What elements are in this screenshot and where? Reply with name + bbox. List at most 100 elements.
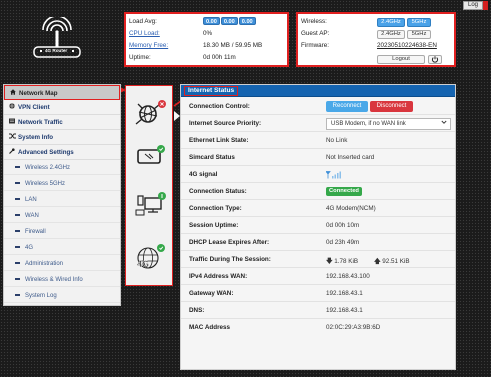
arrow-down-icon: 🡇: [326, 258, 333, 265]
row-source-priority: Internet Source Priority: USB Modem, if …: [181, 115, 455, 132]
sidebar-sub-label: WAN: [25, 213, 39, 219]
uptime-value: 0d 00h 11m: [203, 54, 236, 61]
reconnect-button[interactable]: Reconnect: [326, 101, 368, 112]
row-connection-status: Connection Status: Connected: [181, 183, 455, 200]
sidebar-sub-lan[interactable]: LAN: [4, 193, 120, 207]
clients-tile[interactable]: [126, 182, 172, 232]
uptime-label: Uptime:: [129, 54, 151, 61]
clients-devices-icon: [135, 192, 166, 216]
memory-free-link[interactable]: Memory Free:: [129, 41, 168, 51]
sidebar-item-network-traffic[interactable]: Network Traffic: [4, 115, 120, 130]
connection-status-label: Connection Status:: [189, 188, 247, 195]
guest-5ghz-button[interactable]: 5GHz: [407, 30, 431, 39]
wireless-24ghz-button[interactable]: 2.4GHz: [377, 18, 405, 27]
load-avg-label: Load Avg:: [129, 18, 157, 25]
load-avg-values: 0.00 0.00 0.00: [203, 17, 257, 27]
mac-address-label: MAC Address: [189, 324, 231, 331]
sidebar-sub-wireless-24ghz[interactable]: Wireless 2.4GHz: [4, 161, 120, 175]
row-connection-type: Connection Type: 4G Modem(NCM): [181, 200, 455, 217]
load-avg-15: 0.00: [238, 17, 256, 25]
row-mac-address: MAC Address 02:0C:29:A3:9B:6D: [181, 319, 455, 336]
cpu-load-link[interactable]: CPU Load:: [129, 29, 160, 39]
sidebar-item-label: Network Map: [19, 90, 58, 97]
connection-status-badge: Connected: [326, 187, 362, 196]
sidebar-item-advanced-settings[interactable]: Advanced Settings: [4, 145, 120, 160]
connection-control-label: Connection Control:: [189, 103, 250, 110]
row-dns: DNS: 192.168.43.1: [181, 302, 455, 319]
row-dhcp-lease: DHCP Lease Expires After: 0d 23h 49m: [181, 234, 455, 251]
sidebar-sub-label: Administration: [25, 261, 64, 267]
sidebar-sub-wireless-5ghz[interactable]: Wireless 5GHz: [4, 177, 120, 191]
row-simcard: Simcard Status Not Inserted card: [181, 149, 455, 166]
power-icon: [431, 56, 439, 63]
dash-icon: [15, 262, 20, 265]
chevron-down-icon: [441, 119, 447, 129]
sidebar-item-network-map[interactable]: Network Map: [4, 85, 120, 100]
disconnect-button[interactable]: Disconnect: [370, 101, 413, 112]
session-uptime-value: 0d 00h 10m: [326, 222, 360, 229]
traffic-up-value: 92.51 KiB: [382, 258, 410, 265]
sim-card-icon: [137, 145, 165, 164]
sidebar-sub-label: 4G: [25, 245, 34, 251]
network-map-icons: 4G: [125, 85, 173, 286]
sidebar-sub-label: System Log: [25, 293, 57, 299]
dhcp-lease-value: 0d 23h 49m: [326, 239, 360, 246]
load-avg-5: 0.00: [220, 17, 238, 25]
sidebar-sub-administration[interactable]: Administration: [4, 257, 120, 271]
ethernet-link-label: Ethernet Link State:: [189, 137, 249, 144]
firmware-label: Firmware:: [301, 42, 329, 49]
logout-button[interactable]: Logout: [377, 55, 425, 64]
system-load-box: Load Avg: 0.00 0.00 0.00 CPU Load: 0% Memo…: [124, 12, 289, 67]
wireless-label: Wireless:: [301, 18, 327, 25]
dash-icon: [15, 230, 20, 233]
traffic-down-value: 1.78 KiB: [334, 258, 359, 265]
power-button[interactable]: [428, 55, 442, 64]
dhcp-lease-label: DHCP Lease Expires After:: [189, 239, 270, 246]
sidebar-sub-wan[interactable]: WAN: [4, 209, 120, 223]
ethernet-link-value: No Link: [326, 137, 348, 144]
load-avg-1: 0.00: [203, 17, 220, 25]
session-uptime-label: Session Uptime:: [189, 222, 239, 229]
internet-globe-icon: [135, 100, 166, 125]
gateway-wan-label: Gateway WAN:: [189, 290, 234, 297]
sidebar-sub-label: Wireless & Wired Info: [25, 277, 83, 283]
simcard-label: Simcard Status: [189, 154, 235, 161]
sidebar-sub-4g[interactable]: 4G: [4, 241, 120, 255]
wireless-5ghz-button[interactable]: 5GHz: [407, 18, 431, 27]
source-priority-select[interactable]: USB Modem, if no WAN link: [326, 118, 451, 130]
sidebar-sub-wireless-wired-info[interactable]: Wireless & Wired Info: [4, 273, 120, 287]
dash-icon: [15, 182, 20, 185]
sim-status-tile[interactable]: [126, 134, 172, 184]
router-logo-icon: [33, 15, 81, 58]
4g-network-tile[interactable]: 4G: [126, 234, 172, 284]
logo-text: 4G Router: [45, 48, 68, 53]
mac-address-value: 02:0C:29:A3:9B:6D: [326, 324, 381, 331]
dash-icon: [15, 278, 20, 281]
sidebar-item-vpn-client[interactable]: VPN Client: [4, 100, 120, 115]
log-tab[interactable]: Log: [463, 1, 483, 10]
svg-text:4G: 4G: [137, 259, 149, 269]
log-flag-icon: [483, 1, 488, 10]
row-ethernet-link: Ethernet Link State: No Link: [181, 132, 455, 149]
4g-globe-icon: 4G: [137, 244, 165, 269]
firmware-version-link[interactable]: 20230510224638-EN: [377, 41, 437, 51]
connection-type-label: Connection Type:: [189, 205, 242, 212]
internet-status-tile[interactable]: [126, 88, 172, 138]
sidebar-item-label: Network Traffic: [18, 119, 63, 126]
source-priority-label: Internet Source Priority:: [189, 120, 262, 127]
memory-free-value: 18.30 MB / 59.95 MB: [203, 42, 263, 49]
sidebar-sub-system-log[interactable]: System Log: [4, 289, 120, 303]
sidebar-item-system-info[interactable]: System Info: [4, 130, 120, 145]
globe-icon: [9, 100, 18, 115]
row-ipv4-wan: IPv4 Address WAN: 192.168.43.100: [181, 268, 455, 285]
traffic-up: 🡅 92.51 KiB: [374, 256, 410, 267]
traffic-down: 🡇 1.78 KiB: [326, 256, 358, 267]
session-traffic-label: Traffic During The Session:: [189, 256, 271, 263]
guest-24ghz-button[interactable]: 2.4GHz: [377, 30, 405, 39]
guest-ap-label: Guest AP:: [301, 30, 330, 37]
sidebar-sub-label: Wireless 5GHz: [25, 181, 66, 187]
sidebar-item-label: System Info: [18, 134, 54, 141]
sidebar-sub-firewall[interactable]: Firewall: [4, 225, 120, 239]
signal-strength-icon: [325, 171, 342, 181]
dns-value: 192.168.43.1: [326, 307, 363, 314]
